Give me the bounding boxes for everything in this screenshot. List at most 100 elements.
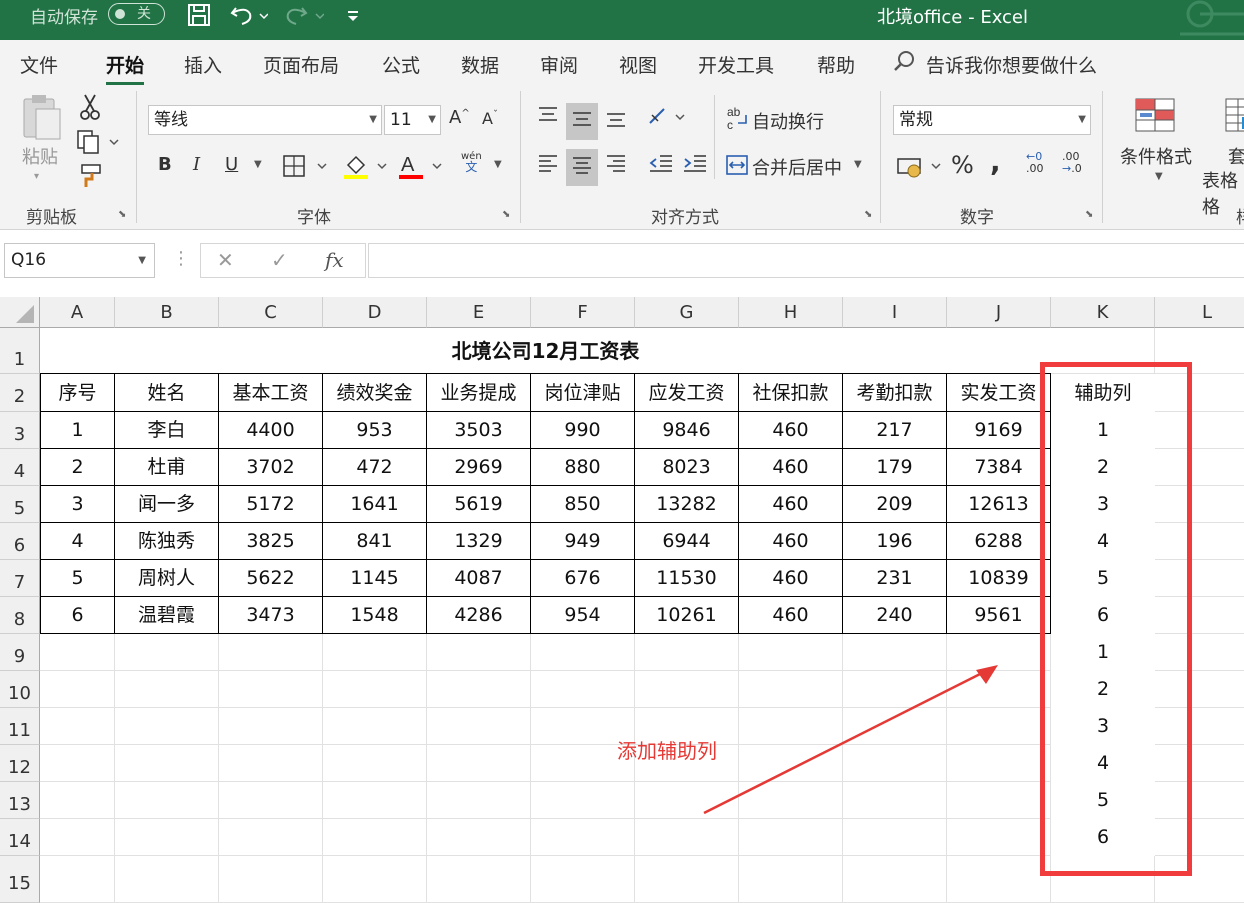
number-format-combo[interactable]: 常规 ▼ <box>893 105 1091 135</box>
font-size-value: 11 <box>390 110 412 130</box>
align-bottom-icon[interactable] <box>604 107 628 136</box>
wrap-text-icon[interactable]: ab c <box>726 105 750 136</box>
accounting-format-icon[interactable] <box>896 153 944 184</box>
font-name-value: 等线 <box>154 110 188 130</box>
align-left-icon[interactable] <box>536 151 560 180</box>
tab-home[interactable]: 开始 <box>106 51 145 85</box>
tab-page-layout[interactable]: 页面布局 <box>263 51 339 78</box>
formula-bar: Q16 ▼ ⋮ ✕ ✓ fx <box>0 230 1244 292</box>
format-painter-icon[interactable] <box>78 161 104 194</box>
formula-buttons: ✕ ✓ fx <box>200 243 366 278</box>
annotation-highlight-box <box>1040 362 1192 876</box>
format-as-table-label-top[interactable]: 套 <box>1228 143 1244 169</box>
align-top-icon[interactable] <box>536 103 560 132</box>
cancel-icon[interactable]: ✕ <box>217 248 234 272</box>
autosave-label: 自动保存 <box>30 8 98 28</box>
font-name-combo[interactable]: 等线 ▼ <box>148 105 382 135</box>
paste-icon[interactable] <box>20 93 64 146</box>
tell-me-box[interactable]: 告诉我你想要做什么 <box>926 51 1097 78</box>
chevron-down-icon: ▼ <box>369 114 377 125</box>
customize-qat-icon[interactable] <box>346 4 360 29</box>
tab-data[interactable]: 数据 <box>461 51 499 78</box>
group-divider <box>136 91 137 223</box>
tab-view[interactable]: 视图 <box>619 51 657 78</box>
title-bar: 自动保存 关 北境office - Excel <box>0 0 1244 40</box>
conditional-dropdown-icon[interactable]: ▼ <box>1155 171 1163 182</box>
align-right-icon[interactable] <box>604 151 628 180</box>
decrease-decimal-button[interactable]: .00 →.0 <box>1062 151 1082 175</box>
shrink-font-button[interactable]: Aˇ <box>482 109 498 128</box>
grow-font-button[interactable]: A^ <box>449 107 470 128</box>
increase-indent-icon[interactable] <box>682 151 708 180</box>
tell-me-search-icon[interactable] <box>892 49 916 78</box>
tab-insert[interactable]: 插入 <box>184 51 222 78</box>
paste-button[interactable]: 粘贴 <box>22 143 58 169</box>
merge-center-button[interactable]: 合并后居中 <box>752 154 842 180</box>
comma-style-button[interactable]: , <box>990 145 1001 178</box>
conditional-formatting-button[interactable]: 条件格式 <box>1120 143 1192 169</box>
font-size-combo[interactable]: 11 ▼ <box>384 105 441 135</box>
percent-style-button[interactable]: % <box>951 151 974 179</box>
align-middle-icon[interactable] <box>566 103 598 140</box>
undo-icon[interactable] <box>228 2 269 34</box>
decrease-decimal-label: .0 <box>1071 162 1082 175</box>
phonetic-guide-button[interactable]: wén 文 <box>461 151 482 174</box>
name-box-value: Q16 <box>11 250 47 270</box>
fill-color-icon[interactable] <box>342 151 390 186</box>
styles-group-label: 样 <box>1236 203 1244 228</box>
format-as-table-icon[interactable] <box>1224 97 1244 138</box>
document-title: 北境office - Excel <box>877 7 1029 28</box>
orientation-icon[interactable] <box>646 105 686 134</box>
font-group-label: 字体 <box>297 208 331 228</box>
ribbon-tabs: 文件 开始 插入 页面布局 公式 数据 审阅 视图 开发工具 帮助 告诉我你想要… <box>0 40 1244 85</box>
alignment-launcher-icon[interactable]: ⬊ <box>864 209 872 220</box>
formula-bar-grip-icon[interactable]: ⋮ <box>172 248 190 269</box>
copy-icon[interactable] <box>76 129 120 160</box>
phonetic-bottom: 文 <box>465 160 478 174</box>
ribbon-home: 粘贴 ▾ 剪贴板 ⬊ 等线 ▼ 11 ▼ A^ Aˇ B I U ▼ A wén 文 … <box>0 85 1244 230</box>
alignment-group-label: 对齐方式 <box>651 208 719 228</box>
enter-icon[interactable]: ✓ <box>271 248 288 272</box>
tab-review[interactable]: 审阅 <box>540 51 578 78</box>
increase-decimal-button[interactable]: ←0.00 <box>1026 151 1044 175</box>
save-icon[interactable] <box>186 2 212 34</box>
group-divider <box>880 91 881 223</box>
group-divider <box>520 91 521 223</box>
formula-input[interactable] <box>368 243 1244 278</box>
paste-dropdown-icon[interactable]: ▾ <box>34 171 39 182</box>
clipboard-group-label: 剪贴板 <box>26 208 77 228</box>
underline-dropdown-icon[interactable]: ▼ <box>254 159 262 170</box>
underline-button[interactable]: U <box>225 154 238 175</box>
insert-function-button[interactable]: fx <box>325 248 344 272</box>
name-box[interactable]: Q16 ▼ <box>4 243 155 278</box>
phonetic-dropdown-icon[interactable]: ▼ <box>494 159 502 170</box>
borders-icon[interactable] <box>282 153 330 184</box>
conditional-formatting-icon[interactable] <box>1134 97 1178 138</box>
redo-icon[interactable] <box>284 2 325 34</box>
italic-button[interactable]: I <box>193 154 200 175</box>
tab-file[interactable]: 文件 <box>20 51 58 78</box>
number-format-value: 常规 <box>899 110 933 130</box>
title-bar-decoration <box>1150 0 1244 40</box>
group-divider <box>1102 91 1103 223</box>
chevron-down-icon: ▼ <box>1078 114 1086 125</box>
clipboard-launcher-icon[interactable]: ⬊ <box>118 209 126 220</box>
chevron-down-icon: ▼ <box>138 255 146 266</box>
decrease-indent-icon[interactable] <box>648 151 674 180</box>
svg-text:c: c <box>727 118 733 131</box>
cut-icon[interactable] <box>80 93 100 126</box>
merge-center-icon[interactable] <box>725 153 749 182</box>
tab-developer[interactable]: 开发工具 <box>698 51 774 78</box>
autosave-toggle[interactable]: 关 <box>108 3 165 25</box>
tab-formulas[interactable]: 公式 <box>382 51 420 78</box>
wrap-text-button[interactable]: 自动换行 <box>752 108 824 134</box>
font-launcher-icon[interactable]: ⬊ <box>502 209 510 220</box>
number-launcher-icon[interactable]: ⬊ <box>1085 209 1093 220</box>
merge-dropdown-icon[interactable]: ▼ <box>854 159 862 170</box>
font-color-icon[interactable]: A <box>397 151 445 186</box>
align-center-icon[interactable] <box>566 149 598 186</box>
svg-text:ab: ab <box>727 105 741 119</box>
tab-help[interactable]: 帮助 <box>817 51 855 78</box>
bold-button[interactable]: B <box>158 154 172 175</box>
group-divider <box>714 95 715 179</box>
